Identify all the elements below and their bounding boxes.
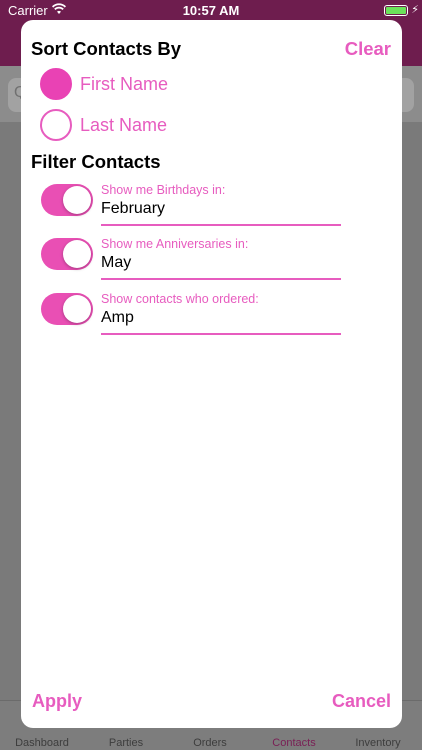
clear-button[interactable]: Clear [345, 38, 391, 60]
ordered-product-value[interactable]: Amp [101, 309, 341, 327]
tab-contacts[interactable]: Contacts [252, 737, 336, 749]
birthdays-field[interactable]: Show me Birthdays in: February [101, 183, 341, 228]
filter-birthdays: Show me Birthdays in: February [41, 183, 341, 233]
birthdays-field-label: Show me Birthdays in: [101, 183, 226, 197]
battery-icon [384, 5, 408, 16]
tab-dashboard[interactable]: Dashboard [0, 737, 84, 749]
field-underline [101, 224, 341, 226]
filter-modal: Sort Contacts By Clear First Name Last N… [21, 20, 402, 728]
sort-section-title: Sort Contacts By [31, 38, 182, 59]
filter-anniversaries: Show me Anniversaries in: May [41, 237, 341, 287]
anniversaries-toggle[interactable] [41, 238, 93, 270]
sort-option-last-name[interactable]: Last Name [40, 109, 167, 141]
radio-selected-icon[interactable] [40, 68, 72, 100]
ordered-field[interactable]: Show contacts who ordered: Amp [101, 292, 341, 337]
birthdays-month-value[interactable]: February [101, 200, 341, 218]
anniversaries-field-label: Show me Anniversaries in: [101, 237, 249, 251]
tab-parties[interactable]: Parties [84, 737, 168, 749]
birthdays-toggle[interactable] [41, 184, 93, 216]
cancel-button[interactable]: Cancel [332, 691, 391, 712]
tab-inventory[interactable]: Inventory [336, 737, 420, 749]
ordered-field-label: Show contacts who ordered: [101, 292, 259, 306]
filter-section-title: Filter Contacts [31, 151, 161, 172]
filter-ordered: Show contacts who ordered: Amp [41, 292, 341, 342]
radio-unselected-icon[interactable] [40, 109, 72, 141]
tab-orders[interactable]: Orders [168, 737, 252, 749]
ordered-toggle[interactable] [41, 293, 93, 325]
field-underline [101, 333, 341, 335]
sort-option-first-name[interactable]: First Name [40, 68, 168, 100]
field-underline [101, 278, 341, 280]
clock: 10:57 AM [182, 3, 240, 18]
status-bar: Carrier 10:57 AM ⚡ [0, 0, 422, 22]
charging-bolt-icon: ⚡ [411, 4, 419, 16]
sort-option-label: First Name [80, 73, 169, 94]
anniversaries-month-value[interactable]: May [101, 254, 341, 272]
apply-button[interactable]: Apply [32, 691, 82, 712]
sort-option-label: Last Name [80, 114, 168, 135]
anniversaries-field[interactable]: Show me Anniversaries in: May [101, 237, 341, 282]
